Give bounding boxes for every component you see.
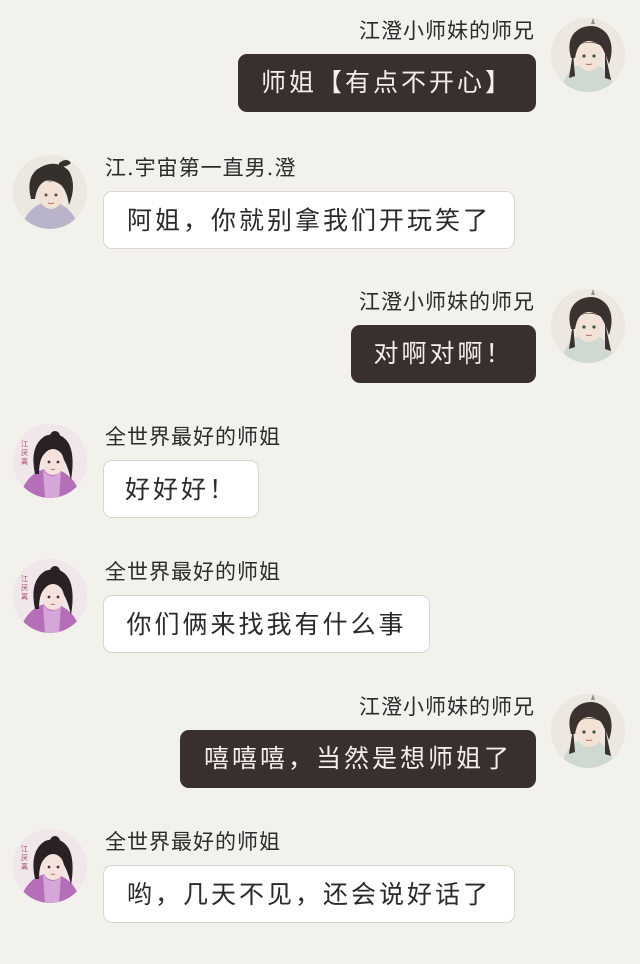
- jiang-cheng-avatar[interactable]: [13, 155, 87, 229]
- sender-name: 全世界最好的师姐: [105, 560, 281, 584]
- senior-sister-avatar[interactable]: [13, 559, 87, 633]
- message-bubble[interactable]: 哟，几天不见，还会说好话了: [103, 865, 515, 923]
- senior-brother-avatar[interactable]: [551, 694, 625, 768]
- message-bubble[interactable]: 师姐【有点不开心】: [238, 54, 536, 112]
- chat-area: 江澄小师妹的师兄 师姐【有点不开心】 江.宇宙第一直男.澄 阿姐，你就别拿我们开…: [0, 0, 640, 964]
- sender-name: 全世界最好的师姐: [105, 830, 281, 854]
- sender-name: 江.宇宙第一直男.澄: [105, 156, 297, 180]
- senior-brother-avatar[interactable]: [551, 289, 625, 363]
- message-bubble[interactable]: 嘻嘻嘻，当然是想师姐了: [180, 730, 536, 788]
- senior-sister-avatar[interactable]: [13, 829, 87, 903]
- sender-name: 江澄小师妹的师兄: [359, 290, 535, 314]
- sender-name: 江澄小师妹的师兄: [359, 19, 535, 43]
- message-bubble[interactable]: 你们俩来找我有什么事: [103, 595, 430, 653]
- senior-brother-avatar[interactable]: [551, 18, 625, 92]
- message-bubble[interactable]: 阿姐，你就别拿我们开玩笑了: [103, 191, 515, 249]
- sender-name: 全世界最好的师姐: [105, 425, 281, 449]
- message-bubble[interactable]: 好好好！: [103, 460, 259, 518]
- senior-sister-avatar[interactable]: [13, 424, 87, 498]
- message-bubble[interactable]: 对啊对啊！: [351, 325, 536, 383]
- sender-name: 江澄小师妹的师兄: [359, 695, 535, 719]
